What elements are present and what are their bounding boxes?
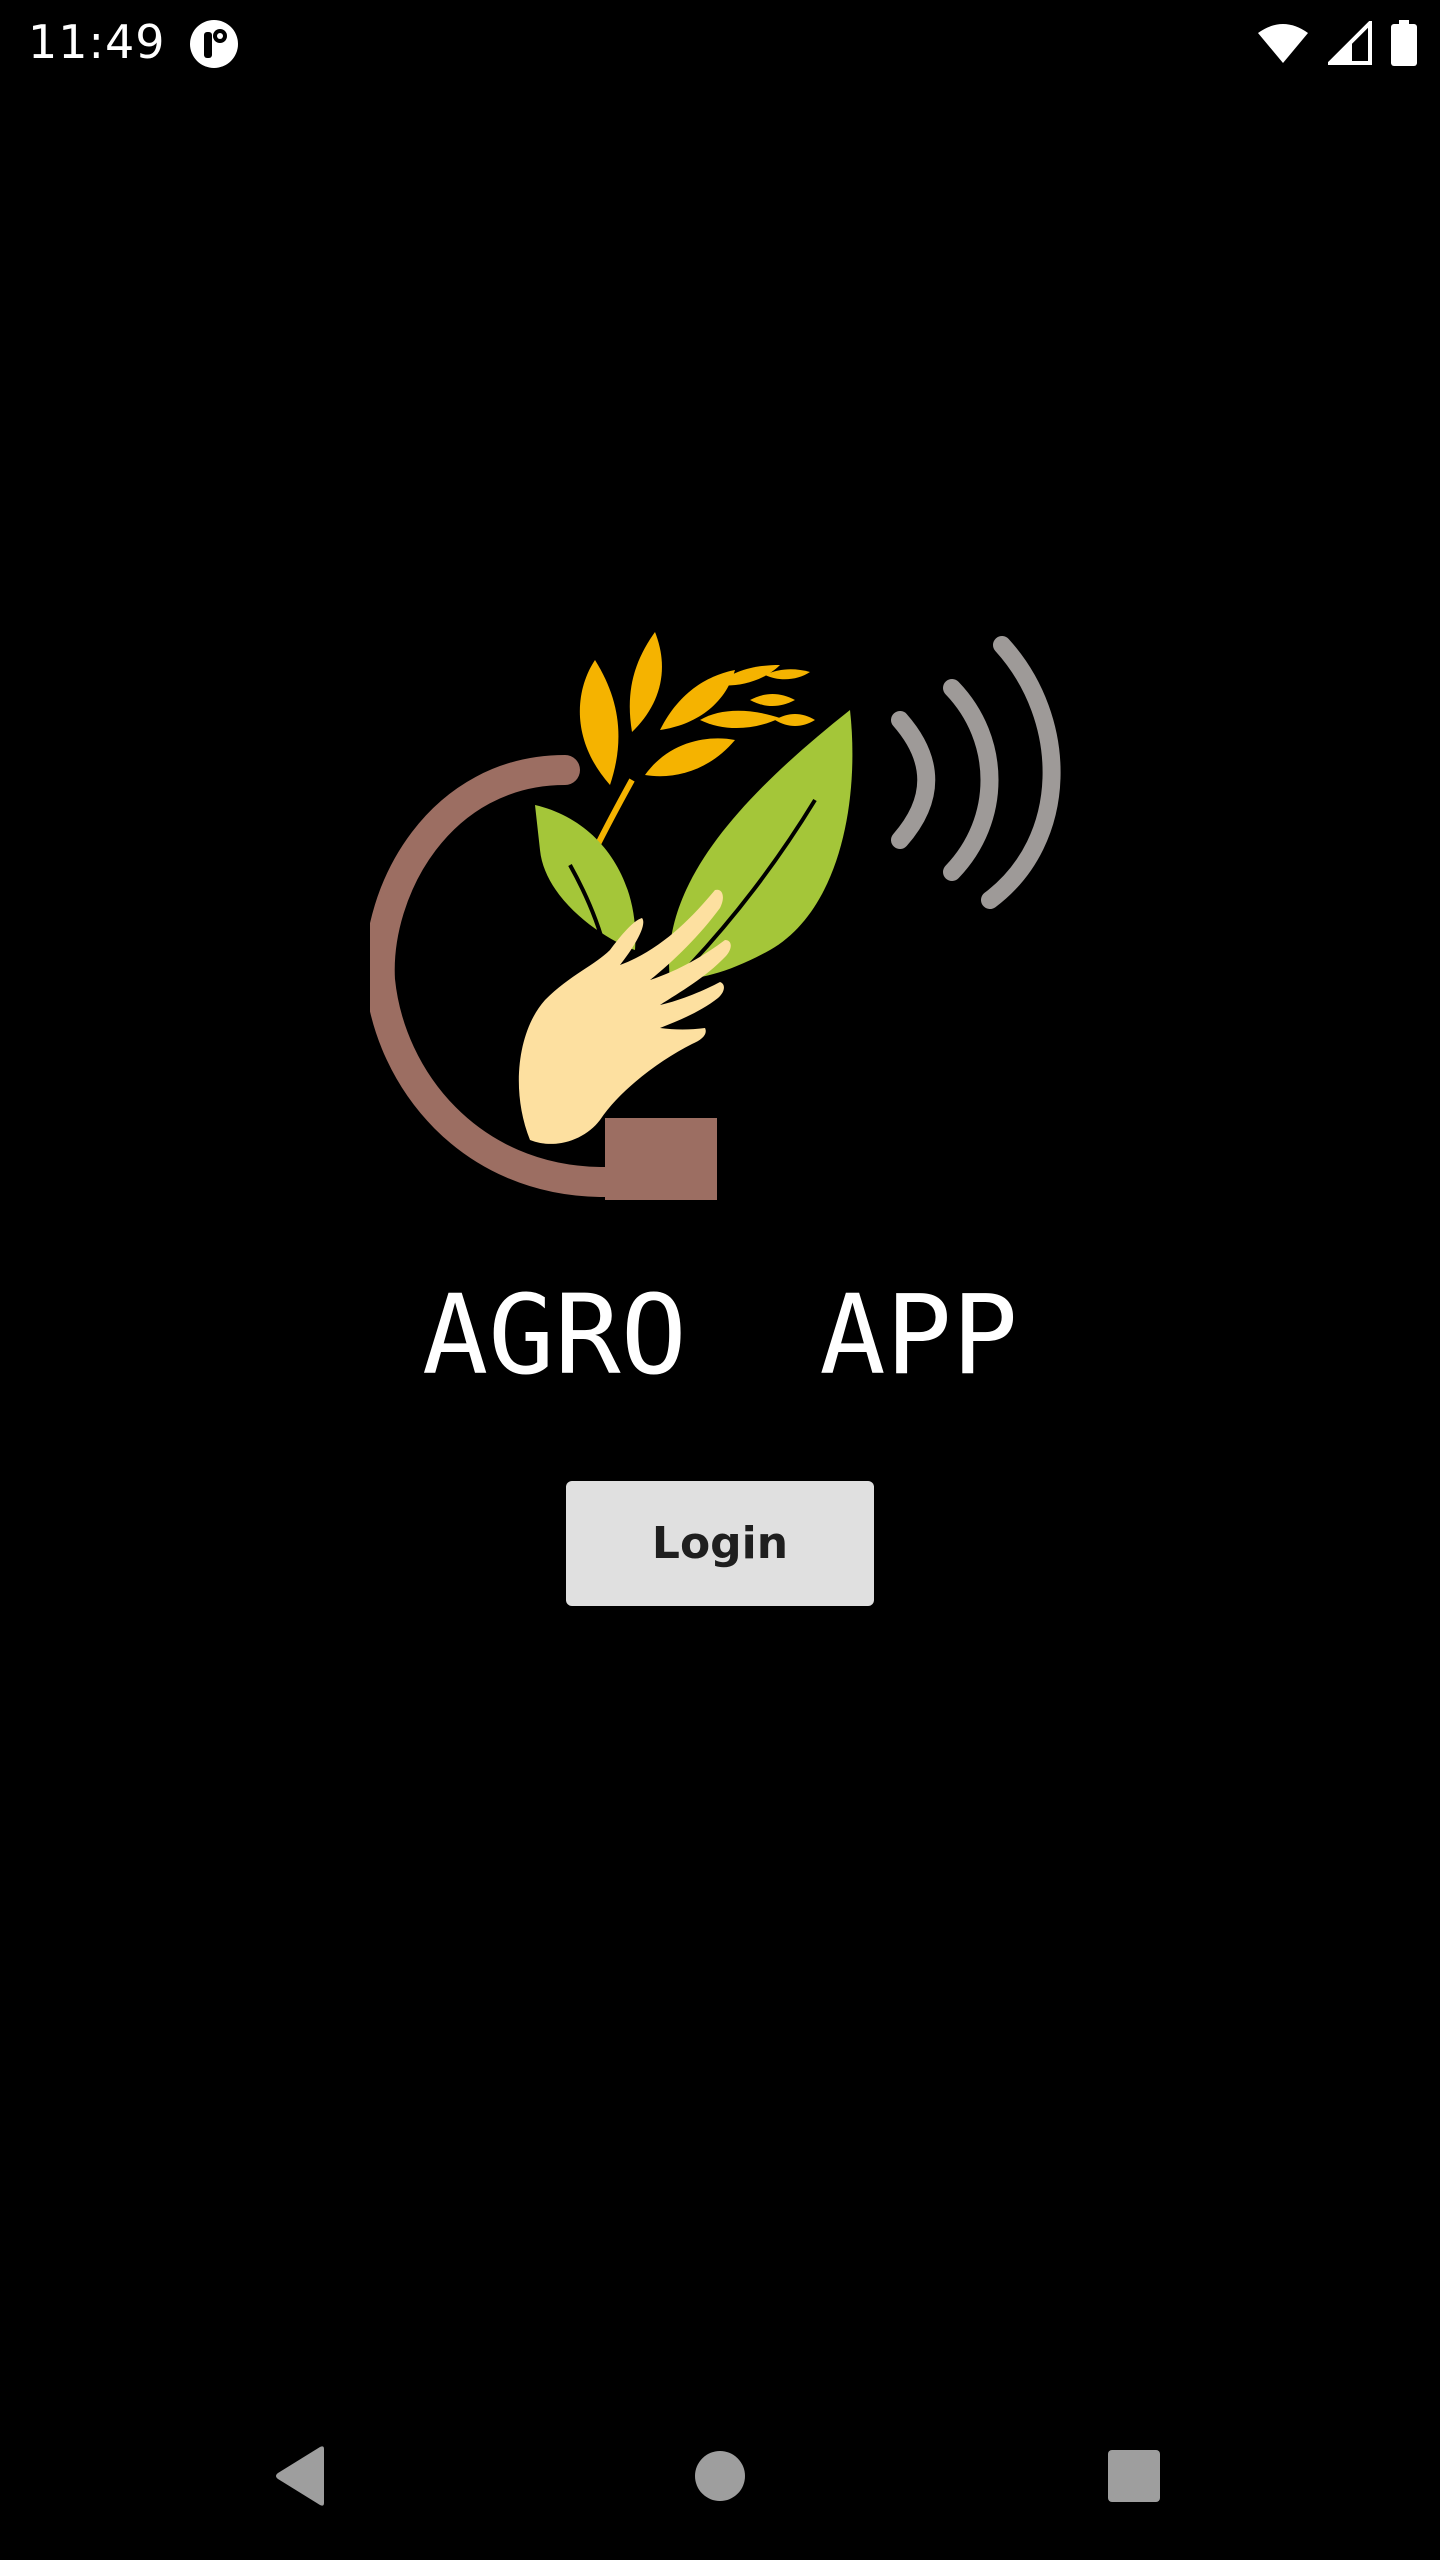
home-icon — [695, 2451, 745, 2501]
app-notification-icon — [190, 20, 238, 68]
status-icons — [1256, 18, 1418, 68]
cell-signal-icon — [1328, 21, 1372, 65]
battery-icon — [1391, 20, 1417, 66]
recents-icon — [1108, 2450, 1160, 2502]
wifi-icon — [1258, 24, 1308, 63]
navigation-bar — [0, 2392, 1440, 2560]
agro-app-logo — [370, 632, 1061, 1200]
login-button[interactable]: Login — [566, 1481, 874, 1606]
app-title: AGRO APP — [421, 1271, 1019, 1399]
status-time: 11:49 — [28, 15, 166, 69]
recents-button[interactable] — [1034, 2392, 1234, 2560]
status-bar: 11:49 — [0, 0, 1440, 84]
back-icon — [276, 2446, 324, 2506]
back-button[interactable] — [200, 2392, 400, 2560]
home-button[interactable] — [620, 2392, 820, 2560]
